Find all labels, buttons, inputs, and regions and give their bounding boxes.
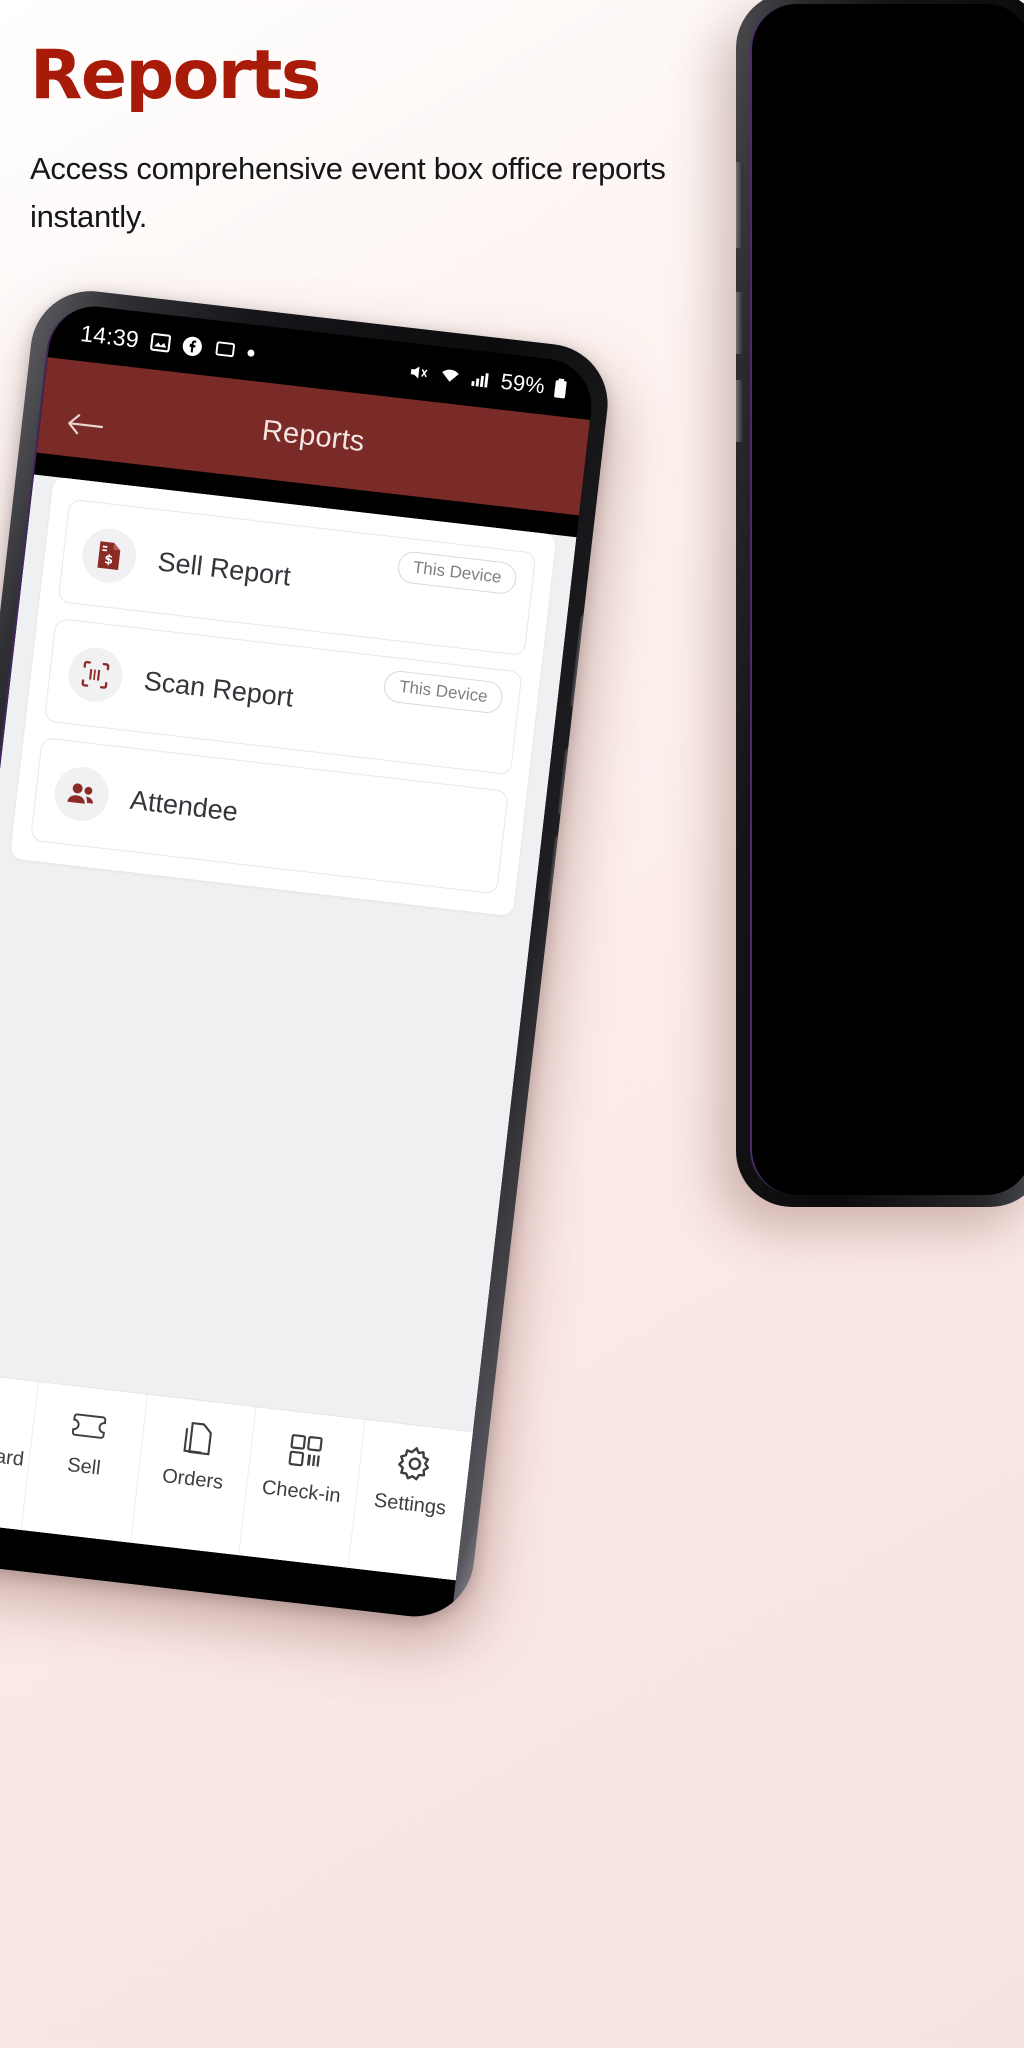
app-bar-title: Reports: [260, 414, 367, 458]
back-arrow-icon[interactable]: [65, 410, 106, 440]
attendee-people-icon: [51, 764, 112, 824]
report-label: Scan Report: [142, 665, 296, 713]
app-content: $ Sell Report This Device Scan Report Th…: [0, 474, 577, 1581]
page-title: Reports: [30, 36, 321, 115]
facebook-icon: [180, 334, 203, 357]
reports-panel: $ Sell Report This Device Scan Report Th…: [9, 476, 557, 917]
nav-item-sell[interactable]: Sell: [22, 1382, 148, 1543]
scan-report-barcode-icon: [65, 644, 126, 705]
report-badge: This Device: [382, 669, 505, 715]
secondary-phone-screen: [750, 4, 1024, 1195]
status-bar-right: 59%: [406, 358, 569, 402]
nav-item-orders[interactable]: Orders: [130, 1394, 257, 1556]
report-badge: This Device: [396, 550, 519, 596]
secondary-phone-button-2: [736, 292, 743, 354]
status-bar-left: 14:39: [79, 319, 256, 366]
nav-label: Sell: [66, 1453, 102, 1480]
page-subtitle: Access comprehensive event box office re…: [30, 151, 666, 235]
sell-report-document-icon: $: [79, 525, 140, 586]
nav-label: Settings: [372, 1489, 448, 1520]
battery-percent: 59%: [499, 368, 547, 399]
secondary-phone-button-1: [736, 162, 743, 248]
qr-code-icon: [284, 1429, 328, 1473]
secondary-phone-button-3: [736, 380, 743, 442]
promo-block: Reports Access comprehensive event box o…: [30, 40, 730, 241]
phone-volume-down-button: [557, 748, 573, 815]
globe-icon: [0, 1391, 2, 1435]
bottom-navigation: Dashboard Sell Orders Check-in Settings: [0, 1368, 474, 1581]
cellular-signal-icon: [469, 369, 491, 390]
dot-indicator-icon: [246, 348, 255, 357]
status-clock: 14:39: [79, 319, 141, 353]
phone-power-button: [547, 835, 562, 903]
nav-item-settings[interactable]: Settings: [348, 1420, 473, 1580]
photo-icon: [149, 330, 172, 353]
cast-screen-icon: [212, 338, 237, 362]
report-label: Attendee: [128, 784, 240, 827]
phone-screen: 14:39 59% Reports $ Sell Report This Dev…: [0, 301, 597, 1622]
nav-label: Orders: [161, 1464, 225, 1494]
report-label: Sell Report: [156, 545, 293, 592]
wifi-icon: [438, 364, 462, 387]
nav-label: Check-in: [260, 1476, 342, 1508]
battery-icon: [552, 377, 568, 400]
phone-mockup: 14:39 59% Reports $ Sell Report This Dev…: [0, 284, 615, 1623]
ticket-icon: [67, 1404, 111, 1448]
nav-label: Dashboard: [0, 1437, 26, 1471]
documents-icon: [175, 1416, 219, 1460]
phone-volume-up-button: [569, 615, 588, 708]
gear-icon: [393, 1442, 437, 1486]
phone-frame: 14:39 59% Reports $ Sell Report This Dev…: [0, 284, 615, 1623]
secondary-phone-mockup: [736, 0, 1024, 1207]
svg-text:$: $: [104, 551, 114, 567]
nav-item-checkin[interactable]: Check-in: [239, 1407, 366, 1568]
mute-icon: [406, 360, 431, 384]
